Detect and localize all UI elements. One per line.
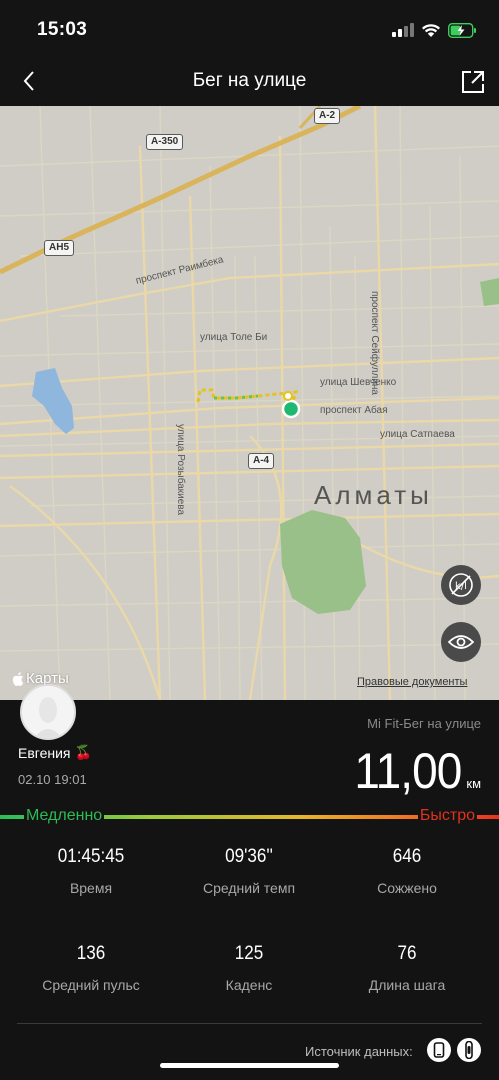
stat-avg-pace: 09'36'' Средний темп [169,846,329,896]
battery-charging-icon [448,22,476,38]
stat-label: Средний пульс [42,977,140,993]
stat-avg-heart-rate: 136 Средний пульс [11,943,171,993]
distance-value: 11,00 [353,743,462,799]
workout-source-title: Mi Fit-Бег на улице [367,716,481,731]
share-icon [462,71,484,93]
stat-value: 136 [76,943,106,964]
pace-slow-label: Медленно [24,807,105,825]
avatar-placeholder-icon [22,686,74,738]
status-bar: 15:03 [0,0,499,58]
fitness-band-icon [465,1041,473,1059]
status-icons [392,20,477,40]
road-label-shevchenko: улица Шевченко [320,377,397,388]
hide-pace-button[interactable]: k/l [441,565,481,605]
stat-value: 09'36'' [225,846,273,867]
distance-unit: км [466,776,481,791]
route-map[interactable]: A-2 A-350 AH5 A-4 проспект Раимбека прос… [0,106,499,700]
wifi-icon [422,23,440,37]
user-emoji: 🍒 [74,744,92,760]
workout-summary: Евгения 🍒 02.10 19:01 Mi Fit-Бег на улиц… [0,684,499,1080]
phone-source-button[interactable] [427,1038,451,1062]
legal-documents-link[interactable]: Правовые документы [357,676,467,688]
nav-bar: Бег на улице [0,58,499,106]
pace-fast-label: Быстро [417,807,477,825]
road-shield-a4: A-4 [248,453,275,469]
pace-scale: Медленно Быстро [0,805,499,827]
road-label-satpayev: улица Сатпаева [380,429,455,440]
band-source-button[interactable] [457,1038,481,1062]
route-end-marker [283,391,293,401]
road-shield-ah5: AH5 [44,240,75,256]
avatar[interactable] [20,684,76,740]
map-background [0,106,499,700]
stat-label: Средний темп [202,880,296,896]
stat-calories: 646 Сожжено [327,846,487,896]
stat-stride-length: 76 Длина шага [327,943,487,993]
stat-label: Каденс [225,977,273,993]
user-name: Евгения 🍒 [18,744,92,761]
divider [17,1023,482,1024]
stat-value: 646 [392,846,422,867]
stat-value: 125 [234,943,264,964]
road-label-rozybakiev: улица Розыбакиева [175,424,186,516]
home-indicator[interactable] [160,1063,339,1068]
route-start-marker [281,399,301,419]
stat-cadence: 125 Каденс [169,943,329,993]
city-label: Алматы [314,480,433,510]
stat-value: 76 [397,943,417,964]
stat-label: Время [69,880,113,896]
pace-hidden-icon: k/l [449,573,473,597]
data-source-label: Источник данных: [305,1044,413,1059]
phone-icon [433,1042,445,1058]
user-name-text: Евгения [18,744,71,761]
eye-icon [448,635,474,649]
workout-date: 02.10 19:01 [18,772,87,787]
stat-value: 01:45:45 [57,846,125,867]
view-toggle-button[interactable] [441,622,481,662]
road-label-tole-bi: улица Толе Би [200,332,268,343]
road-shield-a2: A-2 [314,108,341,124]
status-time: 15:03 [37,19,88,40]
apple-logo-icon [12,671,24,686]
road-label-abai: проспект Абая [320,405,388,416]
stat-label: Длина шага [368,977,446,993]
stat-label: Сожжено [377,880,437,896]
cellular-signal-icon [392,23,414,37]
road-shield-a350: A-350 [146,134,184,150]
svg-text:k/l: k/l [455,581,467,592]
share-button[interactable] [457,66,489,98]
stat-time: 01:45:45 Время [11,846,171,896]
page-title: Бег на улице [192,70,307,91]
